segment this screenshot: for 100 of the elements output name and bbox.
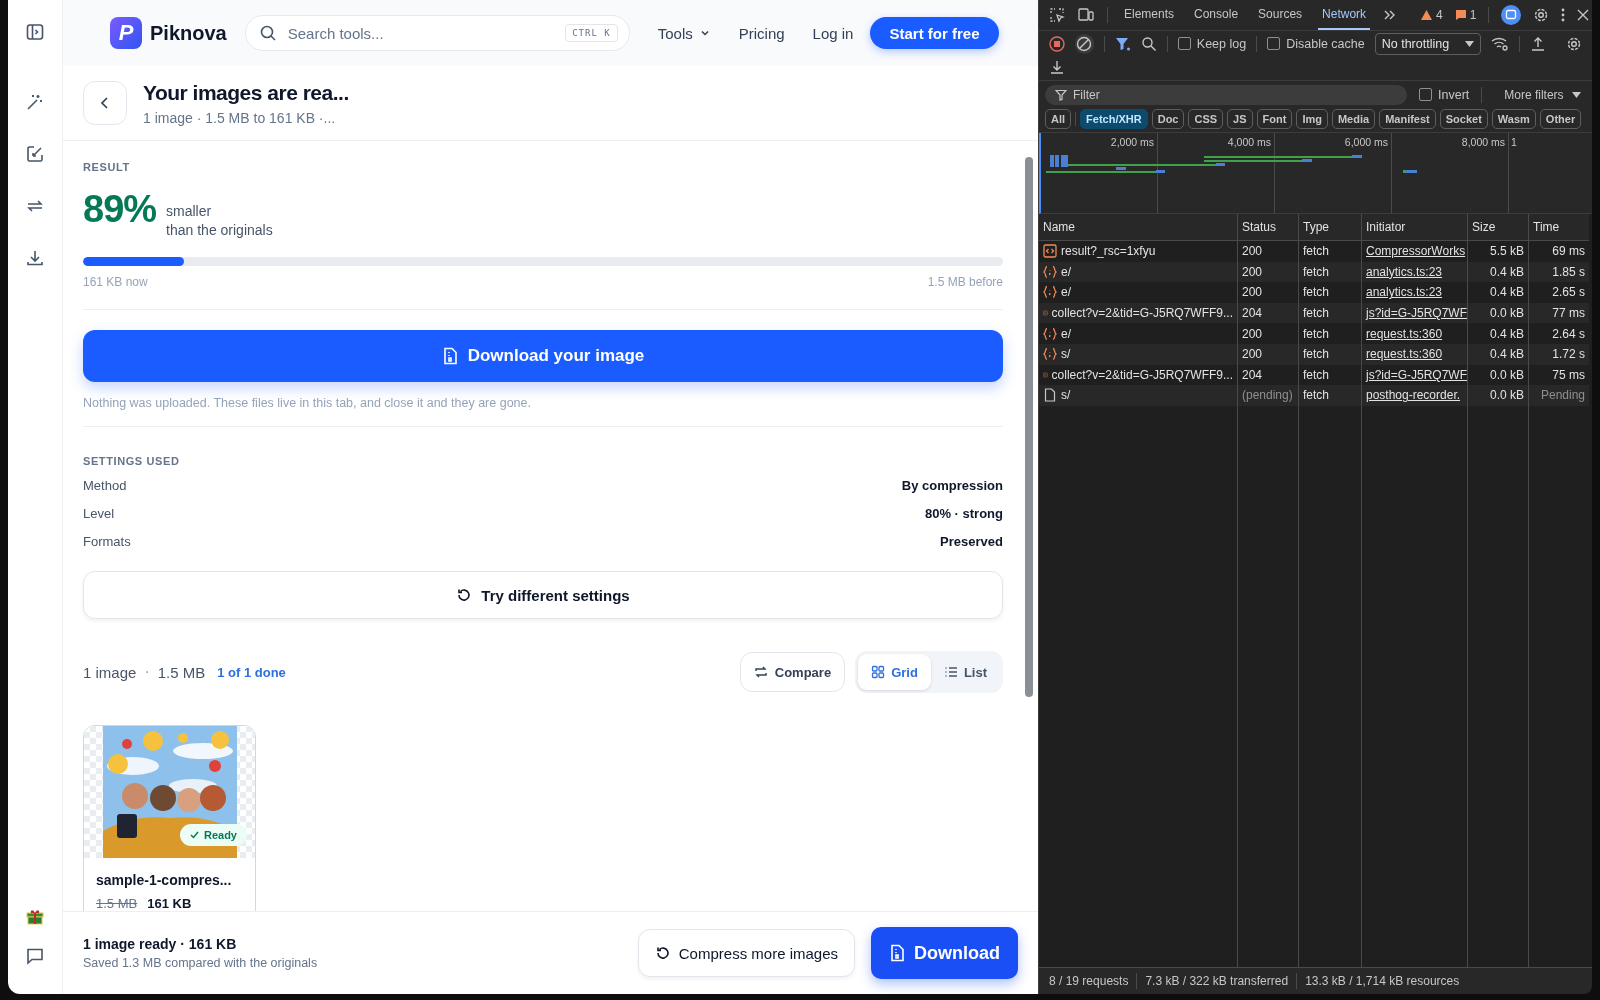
filter-field[interactable]: Filter (1045, 84, 1407, 105)
search-icon[interactable] (1140, 35, 1157, 52)
table-cell: fetch (1303, 264, 1329, 279)
column-header[interactable]: Status (1238, 214, 1298, 241)
devtools-tab[interactable]: Sources (1254, 0, 1307, 30)
type-filter-chip[interactable]: Wasm (1491, 109, 1536, 129)
initiator-link[interactable]: analytics.ts:23 (1366, 285, 1443, 300)
clear-icon[interactable] (1076, 35, 1093, 52)
start-button[interactable]: Start for free (870, 17, 999, 49)
download-button[interactable]: Download (871, 927, 1018, 979)
type-filter-chip[interactable]: Img (1296, 109, 1328, 129)
total-size: 1.5 MB (157, 663, 206, 681)
more-menu-icon[interactable] (1561, 8, 1566, 22)
table-cell: 204 (1242, 306, 1263, 321)
settings-icon[interactable] (1566, 35, 1582, 52)
type-filter-chip[interactable]: Media (1331, 109, 1376, 129)
compare-button[interactable]: Compare (739, 652, 846, 692)
type-filter-chip[interactable]: Manifest (1379, 109, 1436, 129)
keep-log-checkbox[interactable] (1177, 37, 1191, 50)
request-name[interactable]: e/ (1061, 264, 1071, 279)
table-cell: fetch (1303, 306, 1329, 321)
section-label: RESULT (83, 161, 131, 173)
table-cell: 69 ms (1552, 244, 1585, 259)
initiator-link[interactable]: js?id=G-J5RQ7WF (1366, 367, 1468, 382)
request-name[interactable]: result?_rsc=1xfyu (1061, 244, 1156, 259)
type-filter-chip[interactable]: Font (1256, 109, 1293, 129)
list-icon (943, 665, 958, 679)
retry-button[interactable]: Try different settings (83, 571, 1003, 619)
device-icon[interactable] (1077, 7, 1095, 23)
more-filters-dropdown[interactable]: More filters (1504, 87, 1581, 102)
magic-wand-icon[interactable] (25, 92, 45, 112)
privacy-note: Nothing was uploaded. These files live in this tab, and close it and they are gone. (83, 396, 532, 410)
column-header[interactable]: Name (1039, 214, 1237, 241)
type-filter-chip[interactable]: Socket (1439, 109, 1488, 129)
error-count[interactable]: 1 (1454, 8, 1477, 22)
page-title: Your images are rea... (143, 80, 349, 105)
type-filter-chip[interactable]: All (1045, 109, 1072, 129)
close-icon[interactable] (1577, 9, 1590, 21)
sidebar-toggle-icon[interactable] (25, 22, 45, 42)
filter-icon (1055, 88, 1067, 101)
throttling-select[interactable]: No throttling (1374, 32, 1481, 55)
more-tabs-icon[interactable] (1382, 8, 1397, 22)
waterfall-drawing (1403, 170, 1417, 173)
nav-link[interactable]: Pricing (738, 24, 785, 42)
table-cell: fetch (1303, 347, 1329, 362)
upload-icon[interactable] (1530, 35, 1546, 52)
status-badge: Ready (179, 824, 247, 846)
nav-link[interactable]: Tools (657, 24, 711, 42)
network-settings-icon[interactable] (1491, 35, 1509, 52)
column-header[interactable]: Size (1468, 214, 1528, 241)
compress-more-button[interactable]: Compress more images (637, 929, 855, 977)
download-icon[interactable] (25, 248, 45, 268)
file-icon (889, 944, 905, 962)
initiator-link[interactable]: CompressorWorks (1366, 244, 1466, 259)
view-tab[interactable]: List (930, 654, 1000, 690)
size-now: 161 KB now (83, 275, 148, 289)
document-icon (1043, 388, 1057, 403)
nav-link[interactable]: Log in (812, 24, 854, 42)
file-count: 1 image (83, 663, 137, 681)
devtools-tab[interactable]: Console (1190, 0, 1243, 30)
swap-icon (753, 665, 768, 679)
type-filter-chip[interactable]: Doc (1151, 109, 1185, 129)
column-header[interactable]: Initiator (1362, 214, 1467, 241)
filter-icon[interactable] (1114, 35, 1131, 52)
disable-cache-checkbox[interactable] (1267, 37, 1281, 50)
column-header[interactable]: Time (1529, 214, 1589, 241)
initiator-link[interactable]: request.ts:360 (1366, 326, 1443, 341)
chat-icon[interactable] (25, 946, 45, 966)
column-header[interactable]: Type (1299, 214, 1361, 241)
checkbox-label: Keep log (1196, 36, 1247, 51)
json-icon (1043, 285, 1057, 300)
percent-value: 89% (83, 190, 157, 228)
type-filter-chip[interactable]: Fetch/XHR (1080, 109, 1148, 129)
warning-count[interactable]: 4 (1420, 8, 1443, 22)
edit-icon[interactable] (25, 144, 45, 164)
timeline-tick: 2,000 ms (1110, 135, 1155, 150)
table-cell: 0.0 kB (1489, 367, 1524, 382)
download-button[interactable]: Download your image (83, 330, 1003, 382)
progress-status: 1 of 1 done (217, 664, 286, 680)
request-name[interactable]: collect?v=2&tid=G-J5RQ7WFF9... (1051, 367, 1233, 382)
devtools-tab[interactable]: Network (1318, 0, 1371, 30)
request-name[interactable]: s/ (1061, 347, 1071, 362)
request-name[interactable]: e/ (1061, 326, 1071, 341)
stop-recording-icon[interactable] (1049, 35, 1065, 52)
table-cell: fetch (1303, 285, 1329, 300)
logo[interactable]: P (110, 17, 142, 49)
download-icon[interactable] (1049, 58, 1065, 75)
assistant-icon[interactable] (1501, 5, 1522, 25)
type-filter-chip[interactable]: CSS (1188, 109, 1224, 129)
invert-checkbox[interactable] (1419, 88, 1432, 101)
request-name[interactable]: s/ (1061, 388, 1071, 403)
devtools-tab[interactable]: Elements (1120, 0, 1179, 30)
view-tab[interactable]: Grid (858, 654, 931, 690)
type-filter-chip[interactable]: JS (1227, 109, 1253, 129)
image-card[interactable]: Ready sample-1-compres... 1.5 MB 161 KB (83, 725, 256, 911)
inspect-icon[interactable] (1049, 7, 1065, 23)
message-icon (1454, 9, 1467, 21)
settings-icon[interactable] (1533, 7, 1550, 23)
type-filter-chip[interactable]: Other (1539, 109, 1582, 129)
request-name[interactable]: e/ (1061, 285, 1071, 300)
